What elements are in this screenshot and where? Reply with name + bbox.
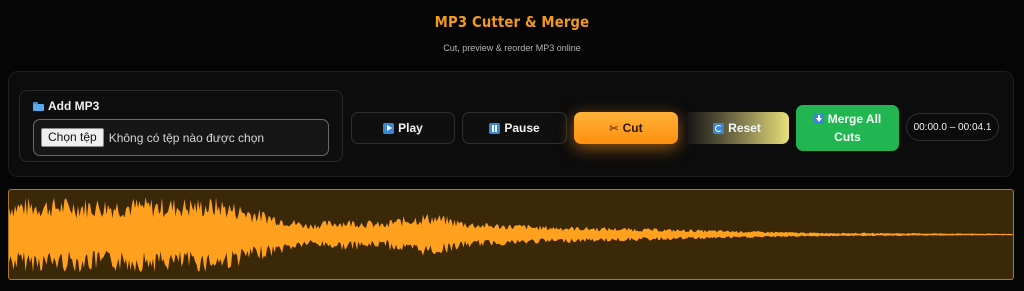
scissors-icon: ✂ xyxy=(609,122,619,135)
waveform[interactable] xyxy=(9,190,1013,279)
choose-file-button[interactable]: Chọn tệp xyxy=(41,128,104,147)
reset-button[interactable]: Reset xyxy=(685,112,789,144)
selection-time-display: 00:00.0 – 00:04.1 xyxy=(906,113,999,141)
pause-icon xyxy=(489,122,501,134)
file-status-text: Không có tệp nào được chọn xyxy=(108,130,265,145)
merge-all-cuts-button[interactable]: Merge All Cuts xyxy=(796,105,899,151)
page-subtitle: Cut, preview & reorder MP3 online xyxy=(443,43,581,53)
download-icon xyxy=(813,114,824,124)
cut-button[interactable]: ✂ Cut xyxy=(574,112,678,144)
waveform-region[interactable] xyxy=(8,189,1014,280)
page-title: MP3 Cutter & Merge xyxy=(434,13,590,31)
folder-icon xyxy=(33,101,44,111)
add-mp3-label: Add MP3 xyxy=(48,99,100,113)
play-button[interactable]: Play xyxy=(351,112,455,144)
pause-label: Pause xyxy=(504,121,540,135)
merge-label-line1: Merge All xyxy=(827,112,882,126)
file-input[interactable]: Chọn tệp Không có tệp nào được chọn xyxy=(33,119,329,156)
merge-label-line2: Cuts xyxy=(834,130,861,144)
cut-label: Cut xyxy=(622,121,643,135)
play-label: Play xyxy=(398,121,423,135)
reset-icon xyxy=(713,122,725,134)
pause-button[interactable]: Pause xyxy=(462,112,567,144)
add-mp3-heading: Add MP3 xyxy=(33,99,99,113)
play-icon xyxy=(383,122,395,134)
reset-label: Reset xyxy=(728,121,761,135)
waveform-shape xyxy=(9,197,1013,273)
